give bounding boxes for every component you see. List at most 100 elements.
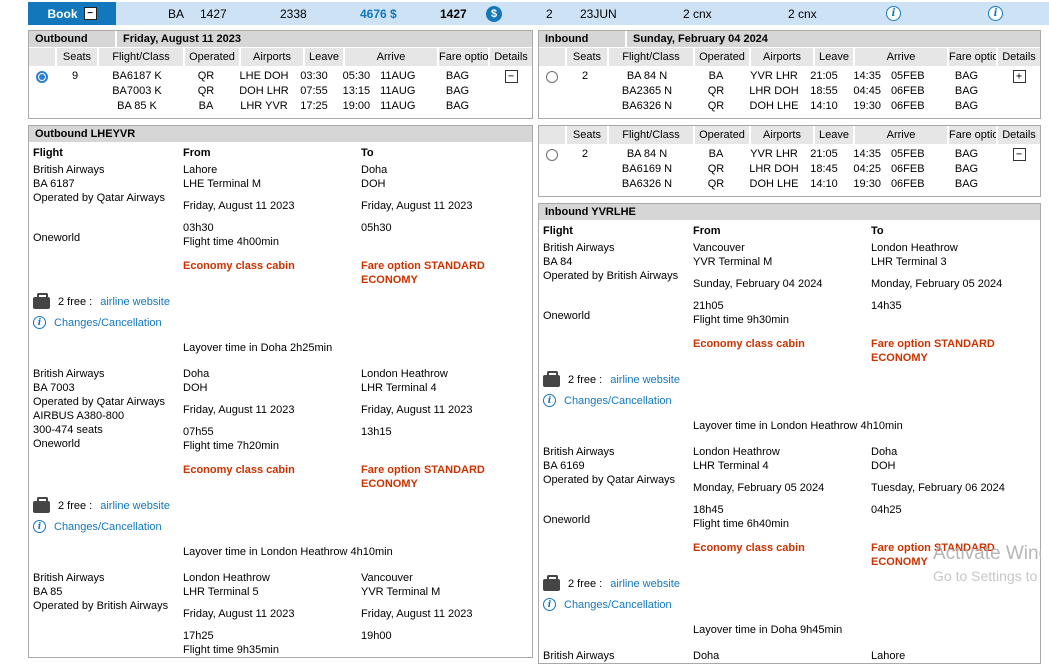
col-fare-option: Fare option code bbox=[949, 126, 996, 144]
col-arrive: Arrive bbox=[855, 48, 947, 66]
fare-option-value: BAG bbox=[935, 177, 998, 192]
leave-value: 03:30 bbox=[295, 69, 333, 84]
airline-name: British Airways bbox=[33, 571, 175, 585]
info-icon[interactable]: i bbox=[988, 6, 1003, 21]
inbound-option-radio[interactable] bbox=[546, 149, 558, 161]
cabin-class: Economy class cabin bbox=[183, 463, 361, 491]
airline-website-link[interactable]: airline website bbox=[610, 374, 680, 386]
fare-option-value: BAG bbox=[935, 147, 998, 162]
to-time: 05h30 bbox=[361, 221, 526, 235]
outbound-connections: 2 cnx bbox=[683, 2, 712, 25]
airline-website-link[interactable]: airline website bbox=[610, 578, 680, 590]
operated-by: Operated by Qatar Airways bbox=[543, 473, 685, 487]
layover-info: Layover time in Doha 2h25min bbox=[183, 341, 526, 355]
table-row: BA6326 N QR DOH LHE 14:10 19:3006FEB BAG bbox=[539, 177, 1040, 192]
details-toggle-icon[interactable]: − bbox=[1013, 148, 1026, 161]
detail-col-to: To bbox=[871, 224, 1034, 239]
outbound-option-radio[interactable] bbox=[36, 71, 48, 83]
layover-info: Layover time in London Heathrow 4h10min bbox=[183, 545, 526, 559]
airports-value: DOH LHE bbox=[743, 177, 805, 192]
inbound-connections: 2 cnx bbox=[788, 2, 817, 25]
table-row: 2 BA 84 N BA YVR LHR 21:05 14:3505FEB BA… bbox=[539, 69, 1040, 84]
flight-class-value: BA6326 N bbox=[605, 99, 689, 114]
from-city: London Heathrow bbox=[183, 571, 353, 585]
inbound-flight-table-2: Seats Flight/Class Operated Airports Lea… bbox=[538, 125, 1041, 197]
outbound-section-title: Outbound bbox=[29, 31, 115, 47]
col-operated: Operated bbox=[185, 48, 239, 66]
from-terminal: LHR Terminal 4 bbox=[693, 459, 863, 473]
airline-code: BA bbox=[168, 2, 184, 25]
currency-icon[interactable]: $ bbox=[486, 6, 502, 22]
info-icon[interactable]: i bbox=[33, 520, 46, 533]
flight-number: BA 6187 bbox=[33, 177, 175, 191]
flight-class-value: BA6169 N bbox=[605, 162, 689, 177]
info-icon[interactable]: i bbox=[543, 394, 556, 407]
to-city: Doha bbox=[361, 163, 526, 177]
info-icon[interactable]: i bbox=[543, 598, 556, 611]
arrive-time: 14:35 bbox=[853, 69, 881, 84]
airline-name: British Airways bbox=[543, 241, 685, 255]
changes-cancellation-link[interactable]: Changes/Cancellation bbox=[54, 317, 162, 329]
inbound-flight-table-1: Inbound Sunday, February 04 2024 Seats F… bbox=[538, 30, 1041, 119]
details-toggle-icon[interactable]: − bbox=[505, 70, 518, 83]
fare-option-value: BAG bbox=[425, 99, 490, 114]
from-terminal: LHE Terminal M bbox=[183, 177, 353, 191]
detail-col-to: To bbox=[361, 146, 526, 161]
changes-cancellation-link[interactable]: Changes/Cancellation bbox=[54, 521, 162, 533]
arrive-time: 04:45 bbox=[853, 84, 881, 99]
arrive-date: 05FEB bbox=[891, 147, 925, 162]
fare-option-label: Fare option STANDARD ECONOMY bbox=[871, 541, 1034, 569]
airline-name: British Airways bbox=[543, 445, 685, 459]
to-date: Monday, February 05 2024 bbox=[871, 277, 1034, 291]
flight-segment: British Airways BA 6169 Operated by Qata… bbox=[543, 445, 1034, 531]
table-column-headers: Seats Flight/Class Operated Airports Lea… bbox=[539, 126, 1040, 144]
cabin-class: Economy class cabin bbox=[693, 541, 871, 569]
details-toggle-icon[interactable]: + bbox=[1013, 70, 1026, 83]
to-city: Vancouver bbox=[361, 571, 526, 585]
airports-value: LHR DOH bbox=[743, 84, 805, 99]
fare-option-label: Fare option STANDARD ECONOMY bbox=[871, 337, 1034, 365]
flight-number: BA 84 bbox=[543, 255, 685, 269]
from-time: 21h05 bbox=[693, 299, 863, 313]
alliance: Oneworld bbox=[543, 309, 685, 323]
arrive-date: 11AUG bbox=[380, 84, 415, 99]
col-fare-option: Fare option code bbox=[439, 48, 488, 66]
from-city: Doha bbox=[183, 367, 353, 381]
airline-website-link[interactable]: airline website bbox=[100, 500, 170, 512]
detail-col-flight: Flight bbox=[33, 146, 183, 161]
from-city: Doha bbox=[693, 649, 863, 663]
changes-cancellation-link[interactable]: Changes/Cancellation bbox=[564, 395, 672, 407]
operated-by: Operated by Qatar Airways bbox=[33, 191, 175, 205]
flight-class-value: BA6187 K bbox=[95, 69, 179, 84]
info-icon[interactable]: i bbox=[33, 316, 46, 329]
flight-class-value: BA 84 N bbox=[605, 69, 689, 84]
flight-time: Flight time 9h35min bbox=[183, 643, 353, 657]
col-details: Details bbox=[998, 126, 1040, 144]
info-icon[interactable]: i bbox=[886, 6, 901, 21]
alliance: Oneworld bbox=[543, 513, 685, 527]
book-button[interactable]: Book − bbox=[28, 2, 116, 25]
to-city: Lahore bbox=[871, 649, 1034, 663]
booking-summary-bar: Book − BA 1427 2338 4676 $ 1427 $ 2 23JU… bbox=[28, 2, 1049, 25]
collapse-icon[interactable]: − bbox=[84, 7, 97, 20]
inbound-option-radio[interactable] bbox=[546, 71, 558, 83]
airline-website-link[interactable]: airline website bbox=[100, 296, 170, 308]
col-seats: Seats bbox=[57, 48, 97, 66]
flight-segment: British Airways BA 84 Operated by Britis… bbox=[543, 241, 1034, 327]
fare-option-label: Fare option STANDARD ECONOMY bbox=[361, 463, 526, 491]
airline-name: British Airways bbox=[33, 367, 175, 381]
flight-class-value: BA6326 N bbox=[605, 177, 689, 192]
from-time: 18h45 bbox=[693, 503, 863, 517]
baggage-icon bbox=[543, 579, 560, 591]
leave-value: 21:05 bbox=[805, 147, 843, 162]
operated-value: BA bbox=[689, 69, 743, 84]
flight-class-value: BA 84 N bbox=[605, 147, 689, 162]
table-column-headers: Seats Flight/Class Operated Airports Lea… bbox=[539, 48, 1040, 66]
to-time: 13h15 bbox=[361, 425, 526, 439]
fare-option-value: BAG bbox=[935, 84, 998, 99]
from-date: Sunday, February 04 2024 bbox=[693, 277, 863, 291]
changes-cancellation-link[interactable]: Changes/Cancellation bbox=[564, 599, 672, 611]
layover-info: Layover time in Doha 9h45min bbox=[693, 623, 1034, 637]
operated-value: QR bbox=[689, 99, 743, 114]
to-terminal: LHR Terminal 3 bbox=[871, 255, 1034, 269]
